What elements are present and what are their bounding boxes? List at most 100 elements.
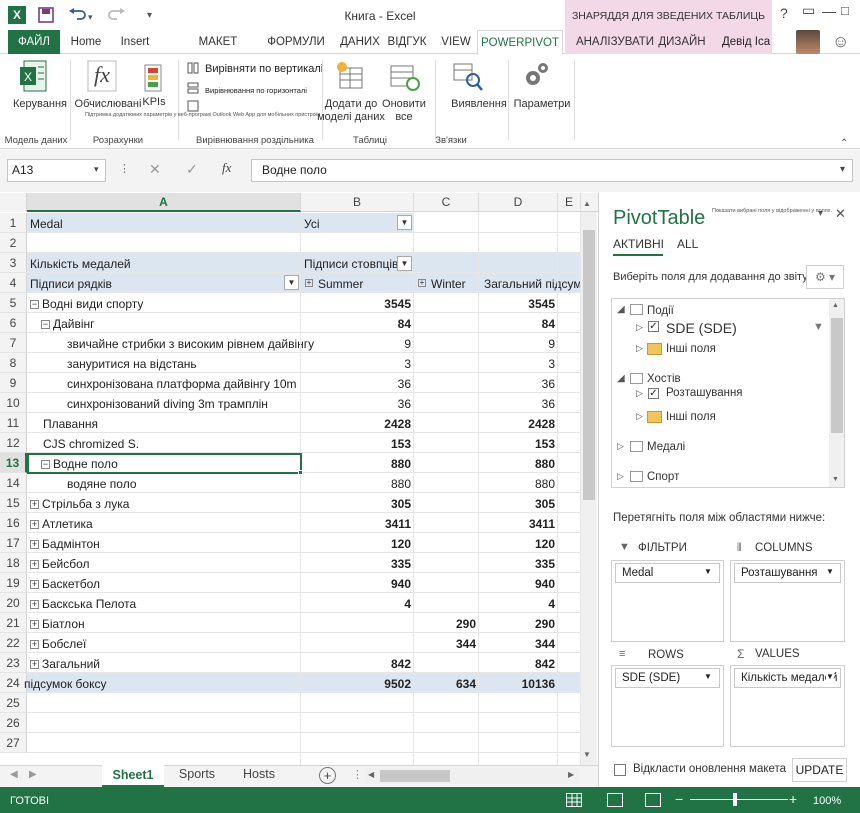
field-location[interactable]: Розташування	[666, 387, 743, 399]
cell-a18[interactable]: + Бейсбол	[30, 554, 90, 574]
cell-b7[interactable]: 9	[301, 334, 414, 354]
cell-b17[interactable]: 120	[301, 534, 414, 554]
feedback-smile-icon[interactable]: ☺	[832, 32, 849, 52]
cell-b12[interactable]: 153	[301, 434, 414, 454]
expand-other-fields-2-icon[interactable]: ▷	[636, 411, 643, 422]
cell-d8[interactable]: 3	[479, 354, 558, 374]
detect-button[interactable]: Виявлення	[448, 98, 510, 111]
manage-icon[interactable]: X	[18, 59, 50, 95]
expand-other-fields-icon[interactable]: ▷	[636, 343, 643, 354]
expand-location-icon[interactable]: ▷	[636, 388, 643, 399]
close-pane-icon[interactable]: ✕	[835, 206, 846, 222]
cell-c24[interactable]: 634	[414, 674, 479, 694]
hosts-collapse-icon[interactable]: ◢	[617, 373, 625, 384]
zoom-in-icon[interactable]: +	[789, 791, 797, 807]
row-header[interactable]: 24	[0, 673, 27, 693]
cell-a21[interactable]: + Біатлон	[30, 614, 85, 634]
expand-sde-icon[interactable]: ▷	[636, 322, 643, 333]
expand-formula-icon[interactable]: ▾	[840, 164, 845, 175]
row-header[interactable]: 21	[0, 613, 27, 633]
cell-d6[interactable]: 84	[479, 314, 558, 334]
tab-file[interactable]: ФАЙЛ	[8, 30, 60, 54]
cell-a5[interactable]: − Водні види спорту	[30, 294, 143, 314]
scroll-left-icon[interactable]: ◀	[368, 770, 374, 779]
manage-button[interactable]: Керування	[8, 98, 72, 111]
align-horizontal-button[interactable]: Вирівнювання по горизонталі	[205, 86, 307, 95]
name-box[interactable]: A13	[7, 159, 106, 182]
location-checkbox[interactable]: ✓	[648, 388, 659, 399]
scroll-down-icon[interactable]: ▼	[583, 750, 591, 759]
row-header[interactable]: 15	[0, 493, 27, 513]
avatar[interactable]	[796, 30, 820, 54]
update-button[interactable]: UPDATE	[792, 758, 847, 782]
cell-d5[interactable]: 3545	[479, 294, 558, 314]
cell-c21[interactable]: 290	[414, 614, 479, 634]
cell-d14[interactable]: 880	[479, 474, 558, 494]
cell-d12[interactable]: 153	[479, 434, 558, 454]
row-header[interactable]: 5	[0, 293, 27, 313]
expand-button-icon[interactable]: +	[30, 600, 39, 610]
filter-field-dropdown-icon[interactable]: ▼	[704, 567, 712, 576]
row-header[interactable]: 1	[0, 213, 27, 233]
refresh-all-icon[interactable]	[389, 60, 421, 92]
enter-entry-icon[interactable]: ✓	[186, 161, 198, 178]
column-header-d[interactable]: D	[479, 193, 558, 212]
detect-relationships-icon[interactable]	[452, 60, 484, 92]
expand-button-icon[interactable]: +	[30, 620, 39, 630]
column-labels-dropdown[interactable]: ▼	[397, 256, 412, 271]
cell-a7[interactable]: звичайне стрибки з високим рівнем дайвін…	[67, 334, 314, 354]
cell-a10[interactable]: синхронізований diving 3m трамплін	[67, 394, 268, 414]
row-header[interactable]: 2	[0, 233, 27, 253]
field-other-1[interactable]: Інші поля	[666, 343, 716, 355]
row-header[interactable]: 17	[0, 533, 27, 553]
cell-a9[interactable]: синхронізована платформа дайвінгу 10m	[67, 374, 297, 394]
collapse-button-icon[interactable]: −	[30, 300, 39, 310]
calculated-fields-button[interactable]: Обчислювані	[72, 98, 144, 111]
prev-sheet-icon[interactable]: ◀	[10, 769, 18, 780]
cell-a1[interactable]: Medal	[30, 214, 63, 234]
cell-b10[interactable]: 36	[301, 394, 414, 414]
cell-b5[interactable]: 3545	[301, 294, 414, 314]
row-header[interactable]: 7	[0, 333, 27, 353]
row-header[interactable]: 14	[0, 473, 27, 493]
field-scroll-up-icon[interactable]: ▲	[832, 302, 839, 309]
column-header-c[interactable]: C	[414, 193, 479, 212]
cancel-entry-icon[interactable]: ✕	[149, 161, 161, 178]
cell-d19[interactable]: 940	[479, 574, 558, 594]
events-collapse-icon[interactable]: ◢	[617, 304, 625, 315]
cell-d17[interactable]: 120	[479, 534, 558, 554]
zoom-slider[interactable]	[690, 799, 788, 800]
cell-a20[interactable]: + Баскська Пелота	[30, 594, 136, 614]
cell-d21[interactable]: 290	[479, 614, 558, 634]
sheet-tab-hosts[interactable]: Hosts	[230, 767, 288, 781]
expand-column-icon[interactable]: +	[305, 279, 313, 287]
refresh-all-button-2[interactable]: все	[378, 111, 430, 124]
column-header-e[interactable]: E	[558, 193, 581, 212]
row-header[interactable]: 18	[0, 553, 27, 573]
row-header[interactable]: 13	[0, 453, 27, 473]
settings-button[interactable]: Параметри	[510, 98, 574, 111]
tab-review[interactable]: ВІДГУК	[384, 30, 430, 54]
cell-b8[interactable]: 3	[301, 354, 414, 374]
row-header[interactable]: 19	[0, 573, 27, 593]
tab-analyze[interactable]: АНАЛІЗУВАТИ	[574, 30, 656, 54]
cell-d23[interactable]: 842	[479, 654, 558, 674]
field-table-events[interactable]: Події	[647, 305, 674, 317]
cell-d16[interactable]: 3411	[479, 514, 558, 534]
add-to-model-button-2[interactable]: моделі даних	[314, 111, 388, 124]
normal-view-icon[interactable]	[566, 793, 582, 807]
expand-button-icon[interactable]: +	[30, 580, 39, 590]
pane-options-icon[interactable]: ▾	[818, 208, 823, 219]
cell-a4[interactable]: Підписи рядків	[30, 274, 112, 294]
cell-a24[interactable]: підсумок боксу	[24, 674, 106, 694]
tab-powerpivot[interactable]: POWERPIVOT	[477, 30, 563, 55]
cell-d10[interactable]: 36	[479, 394, 558, 414]
zoom-slider-thumb[interactable]	[733, 793, 737, 806]
cell-b18[interactable]: 335	[301, 554, 414, 574]
row-header[interactable]: 4	[0, 273, 27, 293]
field-table-sport[interactable]: Спорт	[647, 471, 679, 483]
refresh-all-button-1[interactable]: Оновити	[378, 98, 430, 111]
cell-d9[interactable]: 36	[479, 374, 558, 394]
select-all-corner[interactable]	[0, 193, 27, 212]
undo-dropdown-icon[interactable]: ▾	[88, 12, 93, 23]
